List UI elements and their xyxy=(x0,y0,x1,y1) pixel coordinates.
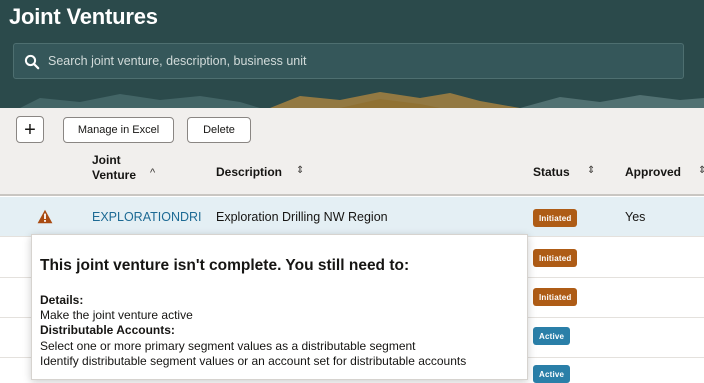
page-title: Joint Ventures xyxy=(9,4,158,29)
toolbar: + Manage in Excel Delete xyxy=(0,108,704,148)
joint-venture-link[interactable]: EXPLORATIONDRI xyxy=(92,210,202,224)
page-header: Joint Ventures xyxy=(0,0,704,108)
status-badge: Active xyxy=(533,327,571,345)
popup-item: Select one or more primary segment value… xyxy=(40,339,416,353)
column-header-label-line1: Joint xyxy=(92,153,121,167)
column-header-description[interactable]: Description xyxy=(216,165,282,179)
table-header: Joint Venture ^ Description ⇕ Status ⇕ A… xyxy=(0,148,704,196)
status-badge: Initiated xyxy=(533,209,578,227)
sort-icon[interactable]: ⇕ xyxy=(587,165,595,176)
search-input[interactable] xyxy=(48,44,668,78)
sort-icon[interactable]: ⇕ xyxy=(296,165,304,176)
popup-section-title: Distributable Accounts: xyxy=(40,323,175,337)
popup-item: Make the joint venture active xyxy=(40,308,193,322)
popup-heading: This joint venture isn't complete. You s… xyxy=(40,257,410,274)
status-badge: Active xyxy=(533,365,571,383)
incomplete-warning-popup: This joint venture isn't complete. You s… xyxy=(31,234,528,380)
sort-ascending-icon[interactable]: ^ xyxy=(150,167,155,179)
column-header-approved[interactable]: Approved xyxy=(625,165,681,179)
search-icon xyxy=(24,54,40,70)
sort-icon[interactable]: ⇕ xyxy=(698,165,704,176)
header-banner-pattern xyxy=(0,90,704,108)
delete-button[interactable]: Delete xyxy=(187,117,251,143)
column-header-joint-venture[interactable]: Joint Venture xyxy=(92,153,136,182)
manage-in-excel-button[interactable]: Manage in Excel xyxy=(63,117,174,143)
status-badge: Initiated xyxy=(533,249,578,267)
status-badge: Initiated xyxy=(533,288,578,306)
column-header-label-line2: Venture xyxy=(92,168,137,182)
add-button[interactable]: + xyxy=(16,116,44,143)
column-header-status[interactable]: Status xyxy=(533,165,570,179)
table-row[interactable]: EXPLORATIONDRI Exploration Drilling NW R… xyxy=(0,197,704,237)
approved-cell: Yes xyxy=(625,210,646,224)
search-bar[interactable] xyxy=(13,43,684,79)
popup-item: Identify distributable segment values or… xyxy=(40,354,467,368)
warning-icon xyxy=(37,209,53,224)
description-cell: Exploration Drilling NW Region xyxy=(216,210,388,224)
popup-section-title: Details: xyxy=(40,293,84,307)
